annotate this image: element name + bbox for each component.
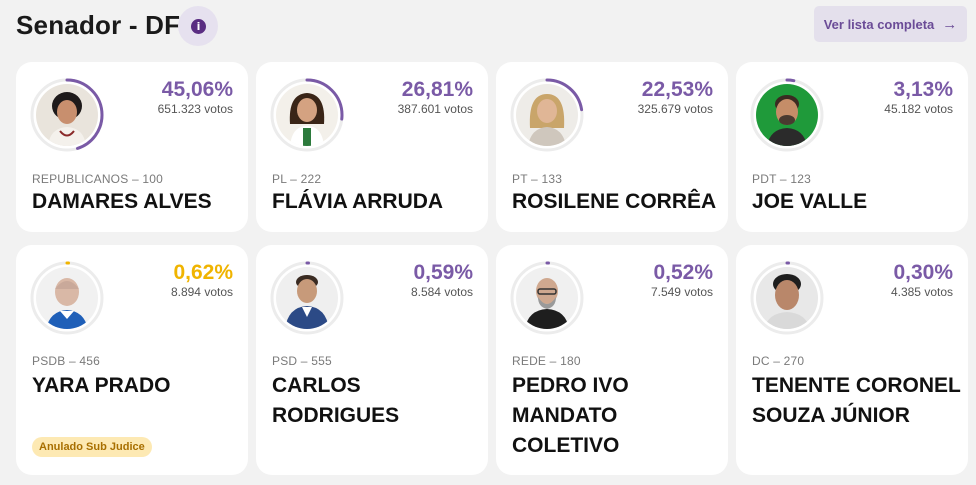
candidate-card[interactable]: 0,59% 8.584 votos PSD – 555 CARLOS RODRI… — [256, 245, 488, 475]
vote-percentage: 26,81% — [401, 78, 473, 101]
candidate-card[interactable]: 22,53% 325.679 votos PT – 133 ROSILENE C… — [496, 62, 728, 232]
view-full-list-button[interactable]: Ver lista completa → — [814, 6, 967, 42]
arrow-right-icon: → — [942, 15, 958, 33]
candidate-photo — [516, 267, 578, 329]
candidate-card[interactable]: 0,62% 8.894 votos PSDB – 456 YARA PRADO … — [16, 245, 248, 475]
candidate-photo — [36, 267, 98, 329]
candidate-photo — [276, 84, 338, 146]
candidate-name: DAMARES ALVES — [32, 190, 212, 213]
vote-count: 7.549 votos — [650, 285, 713, 299]
party-number: DC – 270 — [752, 354, 805, 368]
candidate-avatar — [268, 76, 346, 154]
candidate-name: ROSILENE CORRÊA — [512, 190, 717, 213]
vote-count: 4.385 votos — [890, 285, 953, 299]
candidate-card[interactable]: 45,06% 651.323 votos REPUBLICANOS – 100 … — [16, 62, 248, 232]
candidate-card[interactable]: 0,30% 4.385 votos DC – 270 TENENTE CORON… — [736, 245, 968, 475]
info-icon: i — [191, 19, 206, 34]
vote-count: 651.323 votos — [157, 102, 233, 116]
party-number: REPUBLICANOS – 100 — [32, 172, 163, 186]
view-full-list-label: Ver lista completa — [823, 16, 935, 32]
candidate-name: FLÁVIA ARRUDA — [272, 190, 444, 213]
candidate-name: TENENTE CORONEL SOUZA JÚNIOR — [752, 374, 961, 427]
status-badge: Anulado Sub Judice — [32, 437, 152, 457]
vote-percentage: 3,13% — [893, 78, 953, 101]
vote-percentage: 0,52% — [653, 261, 713, 284]
info-button[interactable]: i — [178, 6, 218, 46]
candidate-avatar — [748, 259, 826, 337]
candidate-photo — [36, 84, 98, 146]
vote-percentage: 0,59% — [413, 261, 473, 284]
party-number: PSDB – 456 — [32, 354, 101, 368]
candidate-name: YARA PRADO — [32, 374, 171, 397]
vote-percentage: 45,06% — [161, 78, 233, 101]
candidate-avatar — [508, 259, 586, 337]
candidate-avatar — [28, 259, 106, 337]
vote-percentage: 0,62% — [173, 261, 233, 284]
party-number: REDE – 180 — [512, 354, 581, 368]
party-number: PT – 133 — [512, 172, 563, 186]
candidate-name: CARLOS RODRIGUES — [272, 374, 400, 427]
candidate-card[interactable]: 3,13% 45.182 votos PDT – 123 JOE VALLE — [736, 62, 968, 232]
party-number: PL – 222 — [272, 172, 322, 186]
candidate-photo — [516, 84, 578, 146]
vote-percentage: 0,30% — [893, 261, 953, 284]
vote-count: 8.894 votos — [170, 285, 233, 299]
candidate-card[interactable]: 0,52% 7.549 votos REDE – 180 PEDRO IVO M… — [496, 245, 728, 475]
candidate-name: JOE VALLE — [752, 190, 868, 213]
vote-count: 8.584 votos — [410, 285, 473, 299]
vote-count: 325.679 votos — [637, 102, 713, 116]
candidate-photo — [276, 267, 338, 329]
candidate-avatar — [508, 76, 586, 154]
candidate-photo — [756, 84, 818, 146]
candidate-name: PEDRO IVO MANDATO COLETIVO — [512, 374, 629, 457]
page-header: Senador - DF i Ver lista completa → — [16, 6, 968, 46]
candidate-photo — [756, 267, 818, 329]
party-number: PDT – 123 — [752, 172, 811, 186]
candidate-avatar — [28, 76, 106, 154]
vote-percentage: 22,53% — [641, 78, 713, 101]
vote-count: 387.601 votos — [397, 102, 473, 116]
candidate-card[interactable]: 26,81% 387.601 votos PL – 222 FLÁVIA ARR… — [256, 62, 488, 232]
party-number: PSD – 555 — [272, 354, 332, 368]
candidate-avatar — [748, 76, 826, 154]
vote-count: 45.182 votos — [884, 102, 953, 116]
page-title: Senador - DF — [16, 10, 181, 40]
candidate-avatar — [268, 259, 346, 337]
